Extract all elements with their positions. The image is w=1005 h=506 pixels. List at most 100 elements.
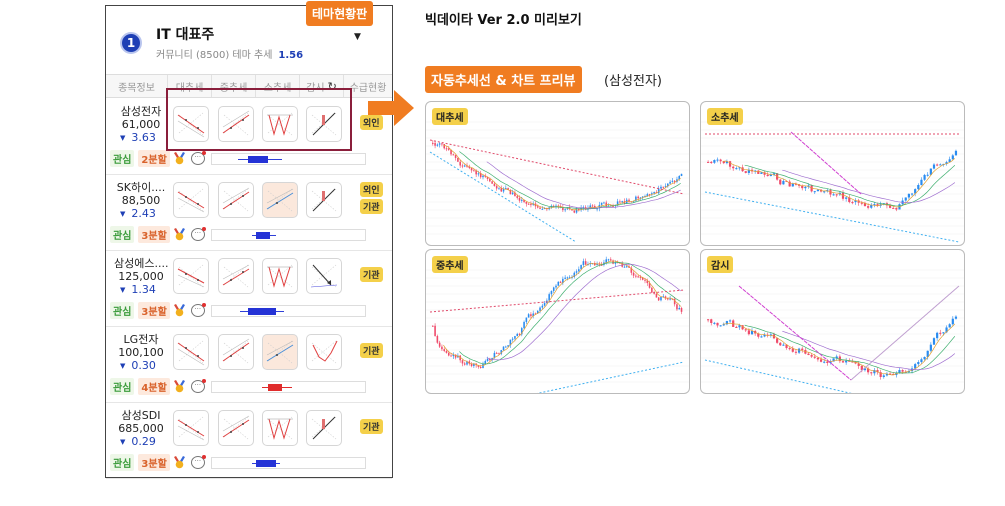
investor-tag: 기관 bbox=[360, 419, 383, 434]
trend-thumbnail[interactable] bbox=[173, 258, 209, 294]
interest-button[interactable]: 관심 bbox=[110, 378, 135, 395]
stock-name[interactable]: LG전자 bbox=[114, 331, 168, 347]
stock-row[interactable]: LG전자 100,100 ▼ 0.30 기관 관심 4분할 ··· bbox=[106, 327, 392, 403]
change-value: 2.43 bbox=[131, 207, 156, 220]
chart-major-trend[interactable]: 대추세 bbox=[425, 101, 690, 246]
investor-tag: 기관 bbox=[360, 343, 383, 358]
chat-icon[interactable]: ··· bbox=[190, 227, 206, 241]
interest-button[interactable]: 관심 bbox=[110, 454, 135, 471]
interest-button[interactable]: 관심 bbox=[110, 302, 135, 319]
trend-thumbnail[interactable] bbox=[306, 410, 342, 446]
panel-subtitle: 커뮤니티 (8500) 테마 추세 1.56 bbox=[156, 46, 303, 61]
investor-tag: 외인 bbox=[360, 182, 383, 197]
theme-board-panel: 1 IT 대표주 커뮤니티 (8500) 테마 추세 1.56 ▼ 테마현황판 종… bbox=[105, 1, 393, 479]
stock-row[interactable]: 삼성에스.... 125,000 ▼ 1.34 기관 관심 3분할 ··· bbox=[106, 251, 392, 327]
investor-tag: 기관 bbox=[360, 267, 383, 282]
trend-thumbnail[interactable] bbox=[262, 410, 298, 446]
stock-change: ▼ 0.29 bbox=[120, 435, 156, 448]
stock-row[interactable]: SK하이.... 88,500 ▼ 2.43 외인기관 관심 3분할 ··· bbox=[106, 175, 392, 251]
stock-change: ▼ 0.30 bbox=[120, 359, 156, 372]
chart-minor-trend[interactable]: 소추세 bbox=[700, 101, 965, 246]
stock-name[interactable]: 삼성전자 bbox=[114, 103, 168, 119]
chart-mid-trend[interactable]: 중추세 bbox=[425, 249, 690, 394]
stock-price: 61,000 bbox=[121, 118, 161, 131]
split-buy-label[interactable]: 2분할 bbox=[138, 150, 170, 167]
range-box bbox=[255, 459, 276, 467]
stock-name[interactable]: 삼성에스.... bbox=[114, 255, 168, 271]
split-buy-label[interactable]: 3분할 bbox=[138, 454, 170, 471]
stock-price: 88,500 bbox=[121, 194, 161, 207]
preview-title: 빅데이타 Ver 2.0 미리보기 bbox=[425, 13, 582, 28]
panel-title: IT 대표주 bbox=[156, 27, 215, 43]
interest-button[interactable]: 관심 bbox=[110, 150, 135, 167]
panel-subtitle-text: 커뮤니티 (8500) 테마 추세 bbox=[156, 50, 273, 61]
stock-price: 685,000 bbox=[118, 422, 164, 435]
rank-badge: 1 bbox=[120, 32, 142, 54]
trend-thumbnail[interactable] bbox=[306, 334, 342, 370]
down-triangle-icon: ▼ bbox=[120, 286, 126, 294]
price-range-bar bbox=[210, 304, 366, 317]
interest-button[interactable]: 관심 bbox=[110, 226, 135, 243]
range-box bbox=[247, 155, 268, 163]
price-range-bar bbox=[210, 456, 366, 469]
price-range-bar bbox=[210, 152, 366, 165]
split-buy-label[interactable]: 4분할 bbox=[138, 378, 170, 395]
stock-name[interactable]: SK하이.... bbox=[114, 179, 168, 195]
trend-thumbnail[interactable] bbox=[262, 182, 298, 218]
chart-watch[interactable]: 감시 bbox=[700, 249, 965, 394]
row-footer: 관심 3분할 ··· bbox=[110, 302, 366, 319]
stock-price: 100,100 bbox=[118, 346, 164, 359]
trend-thumbnail[interactable] bbox=[262, 258, 298, 294]
trend-thumbnail[interactable] bbox=[262, 334, 298, 370]
trend-thumbnail[interactable] bbox=[173, 182, 209, 218]
medal-icon bbox=[173, 228, 185, 241]
chart-label: 감시 bbox=[707, 256, 734, 273]
change-value: 1.34 bbox=[131, 283, 156, 296]
range-box bbox=[247, 307, 276, 315]
chart-label: 중추세 bbox=[432, 256, 468, 273]
medal-icon bbox=[173, 304, 185, 317]
stock-change: ▼ 2.43 bbox=[120, 207, 156, 220]
change-value: 3.63 bbox=[131, 131, 156, 144]
trend-thumbnail[interactable] bbox=[173, 334, 209, 370]
trend-thumbnail[interactable] bbox=[306, 258, 342, 294]
row-footer: 관심 4분할 ··· bbox=[110, 378, 366, 395]
stock-row[interactable]: 삼성SDI 685,000 ▼ 0.29 기관 관심 3분할 ··· bbox=[106, 403, 392, 479]
theme-board-tag: 테마현황판 bbox=[306, 1, 374, 26]
medal-icon bbox=[173, 380, 185, 393]
change-value: 0.29 bbox=[131, 435, 156, 448]
range-box bbox=[255, 231, 270, 239]
trend-thumbnail[interactable] bbox=[218, 182, 254, 218]
investor-tag: 기관 bbox=[360, 199, 383, 214]
stock-change: ▼ 3.63 bbox=[120, 131, 156, 144]
trend-thumbnail[interactable] bbox=[218, 334, 254, 370]
change-value: 0.30 bbox=[131, 359, 156, 372]
price-range-bar bbox=[210, 380, 366, 393]
chat-icon[interactable]: ··· bbox=[190, 151, 206, 165]
trend-value: 1.56 bbox=[278, 50, 304, 61]
trend-columns-highlight bbox=[166, 88, 352, 151]
row-footer: 관심 3분할 ··· bbox=[110, 226, 366, 243]
chat-icon[interactable]: ··· bbox=[190, 455, 206, 469]
col-stock-info[interactable]: 종목정보 bbox=[106, 75, 168, 97]
down-triangle-icon: ▼ bbox=[120, 134, 126, 142]
auto-trend-tag: 자동추세선 & 차트 프리뷰 bbox=[425, 66, 582, 93]
split-buy-label[interactable]: 3분할 bbox=[138, 302, 170, 319]
chart-label: 대추세 bbox=[432, 108, 468, 125]
row-footer: 관심 2분할 ··· bbox=[110, 150, 366, 167]
trend-thumbnail[interactable] bbox=[173, 410, 209, 446]
trend-thumbnail[interactable] bbox=[306, 182, 342, 218]
candlestick-chart bbox=[701, 269, 964, 393]
medal-icon bbox=[173, 152, 185, 165]
chat-icon[interactable]: ··· bbox=[190, 379, 206, 393]
col-label: 종목정보 bbox=[118, 82, 155, 94]
caret-down-icon[interactable]: ▼ bbox=[354, 32, 361, 42]
trend-thumbnail[interactable] bbox=[218, 410, 254, 446]
stock-change: ▼ 1.34 bbox=[120, 283, 156, 296]
stock-name[interactable]: 삼성SDI bbox=[114, 407, 168, 423]
split-buy-label[interactable]: 3분할 bbox=[138, 226, 170, 243]
chat-icon[interactable]: ··· bbox=[190, 303, 206, 317]
trend-thumbnail[interactable] bbox=[218, 258, 254, 294]
range-box bbox=[267, 383, 282, 391]
down-triangle-icon: ▼ bbox=[120, 362, 126, 370]
